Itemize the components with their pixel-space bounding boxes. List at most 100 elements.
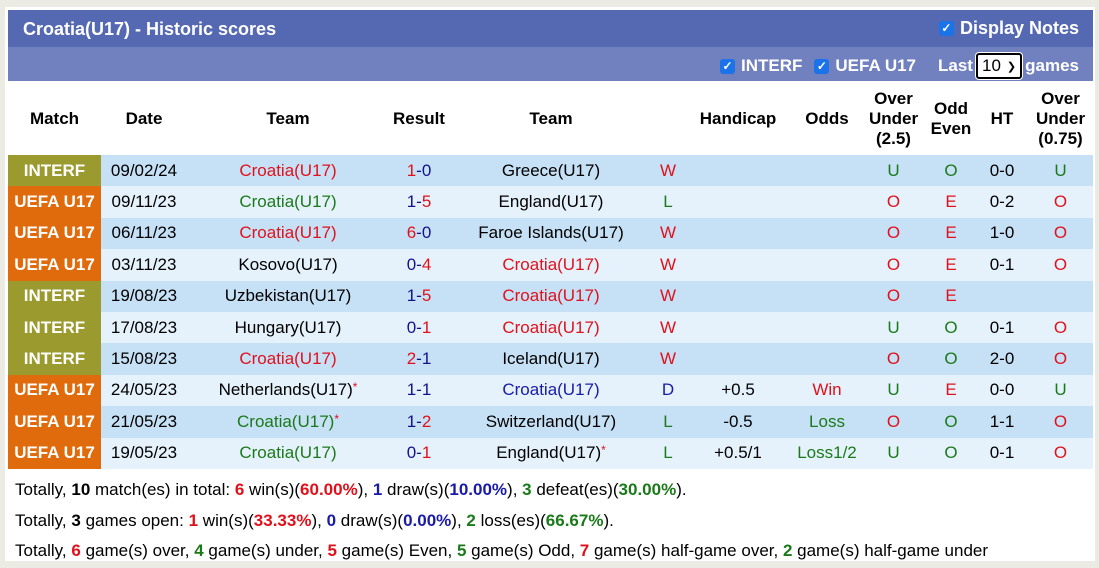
away-team-cell: Croatia(U17) xyxy=(449,311,653,344)
odd-even: O xyxy=(926,311,976,344)
away-team-link[interactable]: Croatia(U17) xyxy=(502,380,599,399)
home-team-link[interactable]: Hungary(U17) xyxy=(235,318,342,337)
away-team-link[interactable]: Croatia(U17) xyxy=(502,286,599,305)
home-team-link[interactable]: Croatia(U17) xyxy=(237,412,334,431)
summary-value: 3 xyxy=(71,510,81,530)
home-team-cell: Croatia(U17)* xyxy=(187,406,389,438)
away-team-cell: Greece(U17) xyxy=(449,155,653,187)
home-score: 1 xyxy=(406,160,417,180)
result-cell[interactable]: 1-0 xyxy=(389,155,449,187)
away-team-link[interactable]: Iceland(U17) xyxy=(502,349,599,368)
win-loss: W xyxy=(653,343,683,375)
summary-text: win(s)( xyxy=(198,510,254,530)
summary-value: 0 xyxy=(326,510,337,530)
last-label: Last xyxy=(938,56,973,75)
result-cell[interactable]: 1-2 xyxy=(389,406,449,438)
handicap: -0.5 xyxy=(683,406,793,438)
chevron-down-icon: ❯ xyxy=(1006,60,1017,73)
away-team-cell: Iceland(U17) xyxy=(449,343,653,375)
competition-badge[interactable]: UEFA U17 xyxy=(8,406,101,438)
home-team-link[interactable]: Croatia(U17) xyxy=(239,192,336,211)
col-wl xyxy=(653,83,683,155)
summary-value: 4 xyxy=(194,541,204,560)
away-team-link[interactable]: Faroe Islands(U17) xyxy=(478,223,624,242)
summary-text: games open: xyxy=(80,510,189,530)
summary-text: ), xyxy=(311,510,327,530)
result-cell[interactable]: 0-1 xyxy=(389,311,449,344)
competition-badge[interactable]: UEFA U17 xyxy=(8,217,101,250)
home-team-link[interactable]: Croatia(U17) xyxy=(239,349,336,368)
win-loss: L xyxy=(653,437,683,469)
odd-even: E xyxy=(926,249,976,281)
home-team-link[interactable]: Kosovo(U17) xyxy=(238,255,337,274)
competition-badge[interactable]: INTERF xyxy=(8,155,101,187)
last-games-select[interactable]: 10 ❯ xyxy=(975,53,1023,79)
away-team-link[interactable]: England(U17) xyxy=(496,443,601,462)
home-score: 1 xyxy=(406,192,417,212)
handicap: +0.5/1 xyxy=(683,437,793,469)
col-match: Match xyxy=(29,109,80,128)
away-score: 0 xyxy=(421,223,432,243)
home-team-link[interactable]: Netherlands(U17) xyxy=(219,380,353,399)
odds-result xyxy=(793,280,861,312)
table-row: UEFA U17 06/11/23 Croatia(U17) 6-0 Faroe Isl… xyxy=(8,217,1093,250)
odd-even: E xyxy=(926,280,976,312)
competition-badge[interactable]: UEFA U17 xyxy=(8,249,101,281)
summary-text: ), xyxy=(451,510,467,530)
summary-text: draw(s)( xyxy=(336,510,404,530)
display-notes-toggle[interactable]: ✓ Display Notes xyxy=(938,18,1079,39)
away-team-link[interactable]: Greece(U17) xyxy=(502,161,600,180)
ou25-line1: Over xyxy=(874,89,913,108)
match-date: 24/05/23 xyxy=(101,374,187,407)
odd-even: O xyxy=(926,437,976,469)
away-team-cell: England(U17) xyxy=(449,186,653,218)
table-header-row: Match Date Team Result Team Handicap Odd… xyxy=(8,83,1093,155)
uefa-u17-checkbox[interactable]: ✓ xyxy=(814,58,830,74)
away-team-link[interactable]: Switzerland(U17) xyxy=(486,412,616,431)
interf-checkbox[interactable]: ✓ xyxy=(720,58,735,74)
checkbox-checked-icon[interactable]: ✓ xyxy=(938,21,954,36)
away-team-link[interactable]: England(U17) xyxy=(499,192,604,211)
home-team-cell: Hungary(U17) xyxy=(187,311,389,344)
ou075-line1: Over xyxy=(1041,89,1080,108)
handicap xyxy=(683,280,793,312)
competition-badge[interactable]: INTERF xyxy=(8,343,101,375)
competition-badge[interactable]: INTERF xyxy=(8,311,101,344)
home-team-link[interactable]: Croatia(U17) xyxy=(239,161,336,180)
table-row: INTERF 17/08/23 Hungary(U17) 0-1 Croatia(U17… xyxy=(8,311,1093,344)
summary-value: 1 xyxy=(372,480,383,499)
panel-title: Croatia(U17) - Historic scores xyxy=(23,19,277,39)
odds-result: Loss1/2 xyxy=(793,437,861,469)
result-cell[interactable]: 1-5 xyxy=(389,280,449,312)
half-time-score: 0-1 xyxy=(976,437,1028,469)
result-cell[interactable]: 0-1 xyxy=(389,437,449,469)
home-score: 2 xyxy=(406,349,417,369)
handicap xyxy=(683,155,793,187)
result-cell[interactable]: 0-4 xyxy=(389,249,449,281)
home-team-link[interactable]: Croatia(U17) xyxy=(239,443,336,462)
home-team-link[interactable]: Croatia(U17) xyxy=(239,223,336,242)
away-team-link[interactable]: Croatia(U17) xyxy=(502,255,599,274)
col-ht: HT xyxy=(990,109,1014,128)
half-time-score: 0-2 xyxy=(976,186,1028,218)
result-cell[interactable]: 1-1 xyxy=(389,374,449,407)
win-loss: W xyxy=(653,155,683,187)
summary-text: game(s) Even, xyxy=(336,541,457,560)
competition-badge[interactable]: INTERF xyxy=(8,280,101,312)
uefa-u17-filter-label: UEFA U17 xyxy=(835,56,917,75)
competition-badge[interactable]: UEFA U17 xyxy=(8,186,101,218)
competition-badge[interactable]: UEFA U17 xyxy=(8,437,101,469)
historic-scores-panel: Croatia(U17) - Historic scores ✓ Display… xyxy=(5,7,1095,561)
result-cell[interactable]: 2-1 xyxy=(389,343,449,375)
home-team-link[interactable]: Uzbekistan(U17) xyxy=(225,286,352,305)
competition-badge[interactable]: UEFA U17 xyxy=(8,374,101,407)
summary-text: match(es) in total: xyxy=(90,480,235,499)
result-cell[interactable]: 1-5 xyxy=(389,186,449,218)
summary-text: ). xyxy=(676,480,687,499)
away-score: 1 xyxy=(421,349,432,369)
result-cell[interactable]: 6-0 xyxy=(389,217,449,250)
away-team-link[interactable]: Croatia(U17) xyxy=(502,318,599,337)
filter-bar: ✓ INTERF ✓ UEFA U17 Last 10 ❯ games xyxy=(8,47,1093,81)
home-team-cell: Croatia(U17) xyxy=(187,437,389,469)
odd-even: O xyxy=(926,406,976,438)
